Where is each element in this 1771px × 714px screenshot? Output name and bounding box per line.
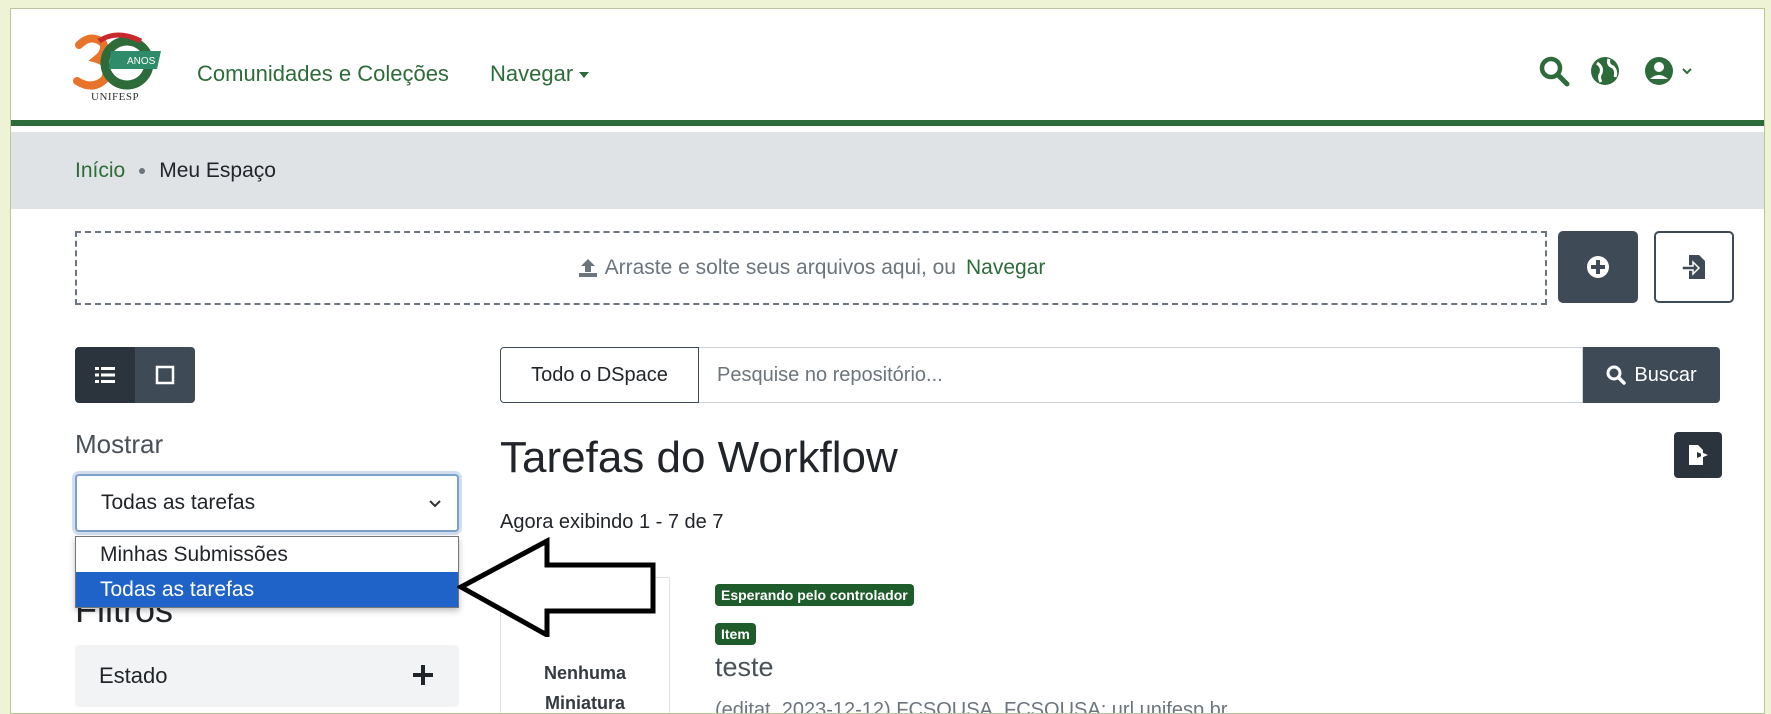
plus-circle-icon — [1587, 256, 1609, 278]
search-icon[interactable] — [1538, 55, 1570, 87]
breadcrumb: Início Meu Espaço — [11, 132, 1764, 209]
type-badge: Item — [715, 623, 756, 645]
nav-communities-link[interactable]: Comunidades e Coleções — [197, 61, 449, 87]
caret-down-icon — [579, 72, 590, 79]
svg-text:ANOS: ANOS — [127, 56, 156, 67]
plus-icon — [413, 665, 433, 685]
grid-view-button[interactable] — [135, 347, 195, 403]
page-title: Tarefas do Workflow — [500, 433, 898, 482]
view-mode-toggle — [75, 347, 195, 403]
search-input[interactable] — [699, 347, 1583, 403]
app-window: ANOS UNIFESP Comunidades e Coleções Nave… — [10, 8, 1765, 714]
chevron-down-icon — [429, 500, 441, 508]
filter-state-toggle[interactable]: Estado — [75, 645, 459, 707]
results-count: Agora exibindo 1 - 7 de 7 — [500, 511, 724, 533]
file-import-icon — [1681, 255, 1705, 279]
list-view-button[interactable] — [75, 347, 135, 403]
breadcrumb-home-link[interactable]: Início — [75, 159, 125, 183]
import-button[interactable] — [1654, 231, 1734, 303]
add-new-button[interactable] — [1558, 231, 1638, 303]
site-header: ANOS UNIFESP Comunidades e Coleções Nave… — [11, 9, 1764, 126]
file-export-icon — [1689, 445, 1708, 465]
select-value: Todas as tarefas — [101, 491, 256, 514]
globe-icon[interactable] — [1589, 55, 1621, 87]
square-icon — [155, 365, 175, 385]
status-badge: Esperando pelo controlador — [715, 584, 914, 606]
search-button-label: Buscar — [1634, 363, 1697, 386]
search-icon — [1606, 365, 1627, 385]
dropzone-browse-link[interactable]: Navegar — [966, 256, 1045, 280]
breadcrumb-separator — [139, 167, 146, 174]
search-scope-button[interactable]: Todo o DSpace — [500, 347, 699, 403]
item-title-link[interactable]: teste — [715, 652, 774, 683]
nav-browse-label: Navegar — [490, 61, 574, 86]
option-all-tasks[interactable]: Todas as tarefas — [76, 572, 458, 607]
option-my-submissions[interactable]: Minhas Submissões — [76, 537, 458, 572]
user-menu-icon[interactable] — [1643, 55, 1693, 87]
upload-icon — [578, 259, 597, 277]
item-metadata: (editat, 2023-12-12) FCSOUSA, FCSOUSA; u… — [715, 699, 1228, 714]
annotation-arrow — [455, 536, 657, 642]
thumbnail-placeholder-text: Nenhuma Miniatura — [543, 663, 626, 713]
breadcrumb-current: Meu Espaço — [159, 158, 276, 182]
show-filter-options: Minhas Submissões Todas as tarefas — [75, 536, 459, 608]
dropzone-text: Arraste e solte seus arquivos aqui, ou — [604, 256, 956, 279]
file-dropzone[interactable]: Arraste e solte seus arquivos aqui, ou N… — [75, 231, 1547, 305]
logo-text: UNIFESP — [91, 91, 140, 103]
search-submit-button[interactable]: Buscar — [1583, 347, 1720, 403]
nav-browse-dropdown[interactable]: Navegar — [490, 61, 590, 87]
export-button[interactable] — [1674, 432, 1722, 478]
filter-state-label: Estado — [99, 663, 168, 688]
show-filter-label: Mostrar — [75, 429, 164, 459]
list-icon — [95, 367, 115, 383]
show-filter-select[interactable]: Todas as tarefas — [75, 474, 459, 532]
